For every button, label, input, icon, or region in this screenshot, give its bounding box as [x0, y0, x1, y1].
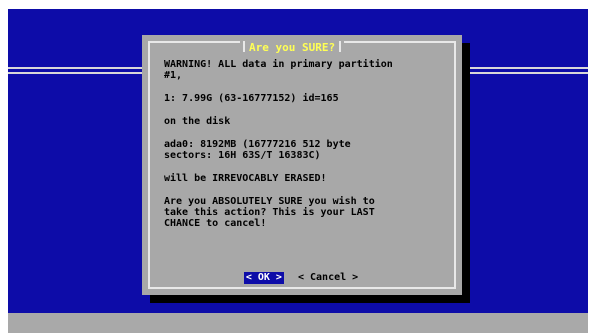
- disk-info-line: ada0: 8192MB (16777216 512 byte sectors:…: [164, 139, 351, 161]
- dialog-buttons: < OK > < Cancel >: [142, 272, 462, 284]
- dialog-message: WARNING! ALL data in primary partition #…: [164, 59, 454, 241]
- confirm-dialog: Are you SURE? WARNING! ALL data in prima…: [142, 35, 462, 295]
- cancel-button[interactable]: < Cancel >: [296, 272, 360, 284]
- background-window-border: [8, 67, 150, 69]
- background-window-border: [466, 67, 588, 69]
- confirm-question-line: Are you ABSOLUTELY SURE you wish to take…: [164, 196, 375, 229]
- warning-line: WARNING! ALL data in primary partition #…: [164, 59, 393, 81]
- title-bar-left: [243, 41, 245, 52]
- ok-button[interactable]: < OK >: [243, 272, 284, 284]
- dialog-title: Are you SURE?: [240, 41, 345, 54]
- background-window-border: [466, 72, 588, 74]
- status-bar: [8, 313, 588, 333]
- partition-line: 1: 7.99G (63-16777152) id=165: [164, 93, 339, 104]
- erase-warning-line: will be IRREVOCABLY ERASED!: [164, 173, 327, 184]
- title-bar-right: [339, 41, 342, 52]
- background-window-border: [8, 72, 150, 74]
- disk-line: on the disk: [164, 116, 231, 127]
- dialog-title-text: Are you SURE?: [249, 41, 336, 54]
